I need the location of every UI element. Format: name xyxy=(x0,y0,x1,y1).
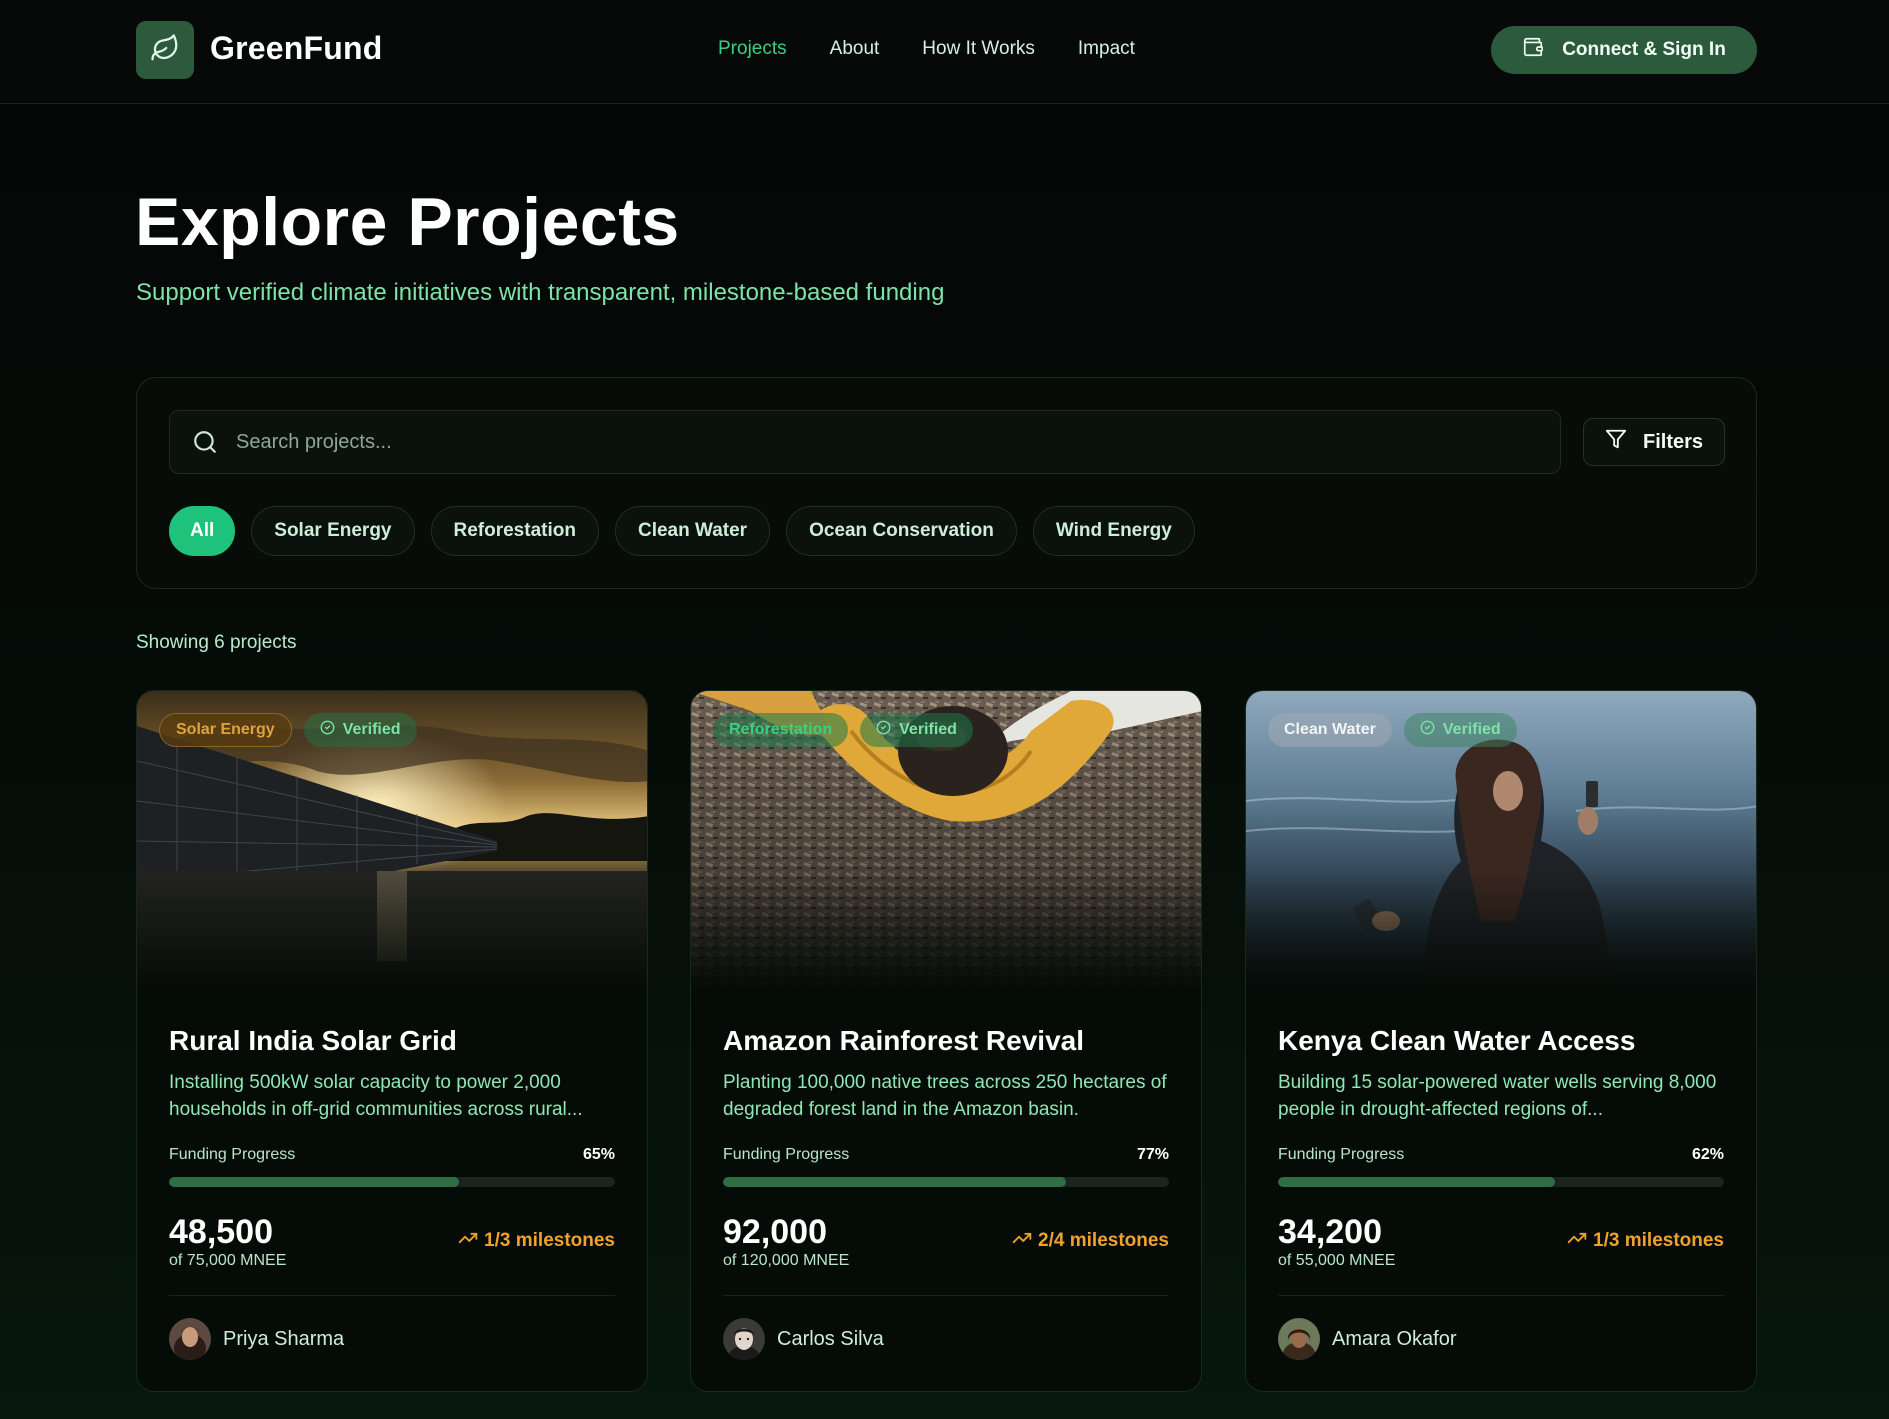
chip-all[interactable]: All xyxy=(169,506,236,556)
chip-reforestation[interactable]: Reforestation xyxy=(430,506,599,556)
divider xyxy=(723,1295,1169,1296)
trending-up-icon xyxy=(1012,1228,1032,1254)
milestones-label: 1/3 milestones xyxy=(484,1230,615,1251)
trending-up-icon xyxy=(458,1228,478,1254)
milestones-status: 1/3 milestones xyxy=(458,1228,615,1254)
funding-progress-label: Funding Progress xyxy=(1278,1146,1405,1163)
progress-fill xyxy=(1278,1177,1555,1187)
funding-percent: 65% xyxy=(582,1146,615,1163)
project-badges: Reforestation Verified xyxy=(713,713,973,747)
project-description: Planting 100,000 native trees across 250… xyxy=(723,1072,1167,1120)
connect-label: Connect & Sign In xyxy=(1562,39,1726,60)
milestones-status: 1/3 milestones xyxy=(1567,1228,1724,1254)
project-title[interactable]: Amazon Rainforest Revival xyxy=(723,1025,1084,1057)
divider xyxy=(169,1295,615,1296)
category-badge: Clean Water xyxy=(1268,713,1392,747)
nav-item-about[interactable]: About xyxy=(830,38,880,60)
funding-goal: of 120,000 MNEE xyxy=(723,1252,850,1269)
project-card[interactable]: Solar Energy Verified Rural India Solar … xyxy=(136,690,648,1392)
progress-bar xyxy=(723,1177,1169,1187)
connect-sign-in-button[interactable]: Connect & Sign In xyxy=(1491,26,1757,74)
category-badge: Solar Energy xyxy=(159,713,292,747)
trending-up-icon xyxy=(1567,1228,1587,1254)
page-title: Explore Projects xyxy=(135,184,680,260)
amount-raised: 92,000 xyxy=(723,1213,827,1251)
main-nav: Projects About How It Works Impact xyxy=(718,38,1135,60)
funding-progress-label: Funding Progress xyxy=(723,1146,850,1163)
funding-percent: 62% xyxy=(1691,1146,1724,1163)
avatar[interactable] xyxy=(1278,1318,1320,1360)
leaf-icon xyxy=(150,33,180,68)
chip-wind-energy[interactable]: Wind Energy xyxy=(1032,506,1195,556)
wallet-icon xyxy=(1522,36,1544,64)
filters-button[interactable]: Filters xyxy=(1583,418,1725,466)
project-owner[interactable]: Amara Okafor xyxy=(1332,1328,1456,1351)
milestones-label: 1/3 milestones xyxy=(1593,1230,1724,1251)
verified-label: Verified xyxy=(342,721,401,738)
filter-icon xyxy=(1605,428,1627,456)
divider xyxy=(1278,1295,1724,1296)
category-chips: All Solar Energy Reforestation Clean Wat… xyxy=(169,506,1195,556)
check-circle-icon xyxy=(1420,720,1435,740)
project-title[interactable]: Kenya Clean Water Access xyxy=(1278,1025,1635,1057)
funding-progress-label: Funding Progress xyxy=(169,1146,296,1163)
chip-ocean-conservation[interactable]: Ocean Conservation xyxy=(786,506,1017,556)
search-box[interactable] xyxy=(169,410,1561,474)
top-nav-bar: GreenFund Projects About How It Works Im… xyxy=(0,0,1889,104)
verified-label: Verified xyxy=(1442,721,1501,738)
verified-badge: Verified xyxy=(860,713,973,747)
project-image: Clean Water Verified xyxy=(1246,691,1756,991)
milestones-status: 2/4 milestones xyxy=(1012,1228,1169,1254)
progress-fill xyxy=(723,1177,1067,1187)
project-owner[interactable]: Carlos Silva xyxy=(777,1328,884,1351)
funding-goal: of 55,000 MNEE xyxy=(1278,1252,1396,1269)
progress-bar xyxy=(1278,1177,1724,1187)
project-card[interactable]: Reforestation Verified Amazon Rainforest… xyxy=(690,690,1202,1392)
project-image: Reforestation Verified xyxy=(691,691,1201,991)
progress-fill xyxy=(169,1177,459,1187)
page-subtitle: Support verified climate initiatives wit… xyxy=(136,279,945,306)
amount-raised: 48,500 xyxy=(169,1213,273,1251)
check-circle-icon xyxy=(320,720,335,740)
nav-item-how-it-works[interactable]: How It Works xyxy=(922,38,1035,60)
verified-label: Verified xyxy=(899,721,957,738)
brand-name[interactable]: GreenFund xyxy=(210,30,382,67)
chip-solar-energy[interactable]: Solar Energy xyxy=(251,506,415,556)
verified-badge: Verified xyxy=(1403,713,1517,747)
funding-percent: 77% xyxy=(1136,1146,1169,1163)
project-description: Installing 500kW solar capacity to power… xyxy=(169,1072,583,1120)
category-badge: Reforestation xyxy=(713,713,849,747)
project-badges: Solar Energy Verified xyxy=(159,713,417,747)
project-title[interactable]: Rural India Solar Grid xyxy=(169,1025,457,1057)
project-badges: Clean Water Verified xyxy=(1268,713,1517,747)
search-input[interactable] xyxy=(236,430,1436,454)
funding-goal: of 75,000 MNEE xyxy=(169,1252,287,1269)
filter-panel: Filters All Solar Energy Reforestation C… xyxy=(136,377,1757,589)
chip-clean-water[interactable]: Clean Water xyxy=(614,506,771,556)
logo[interactable] xyxy=(136,21,194,79)
amount-raised: 34,200 xyxy=(1278,1213,1382,1251)
results-count: Showing 6 projects xyxy=(136,632,297,653)
avatar[interactable] xyxy=(169,1318,211,1360)
progress-bar xyxy=(169,1177,615,1187)
search-icon xyxy=(192,429,218,455)
project-image: Solar Energy Verified xyxy=(137,691,647,991)
avatar[interactable] xyxy=(723,1318,765,1360)
nav-item-projects[interactable]: Projects xyxy=(718,38,787,60)
milestones-label: 2/4 milestones xyxy=(1038,1230,1169,1251)
project-owner[interactable]: Priya Sharma xyxy=(223,1328,344,1351)
project-description: Building 15 solar-powered water wells se… xyxy=(1278,1072,1717,1120)
nav-item-impact[interactable]: Impact xyxy=(1078,38,1135,60)
filters-label: Filters xyxy=(1642,430,1704,453)
project-card[interactable]: Clean Water Verified Kenya Clean Water A… xyxy=(1245,690,1757,1392)
check-circle-icon xyxy=(876,720,891,740)
verified-badge: Verified xyxy=(303,713,417,747)
